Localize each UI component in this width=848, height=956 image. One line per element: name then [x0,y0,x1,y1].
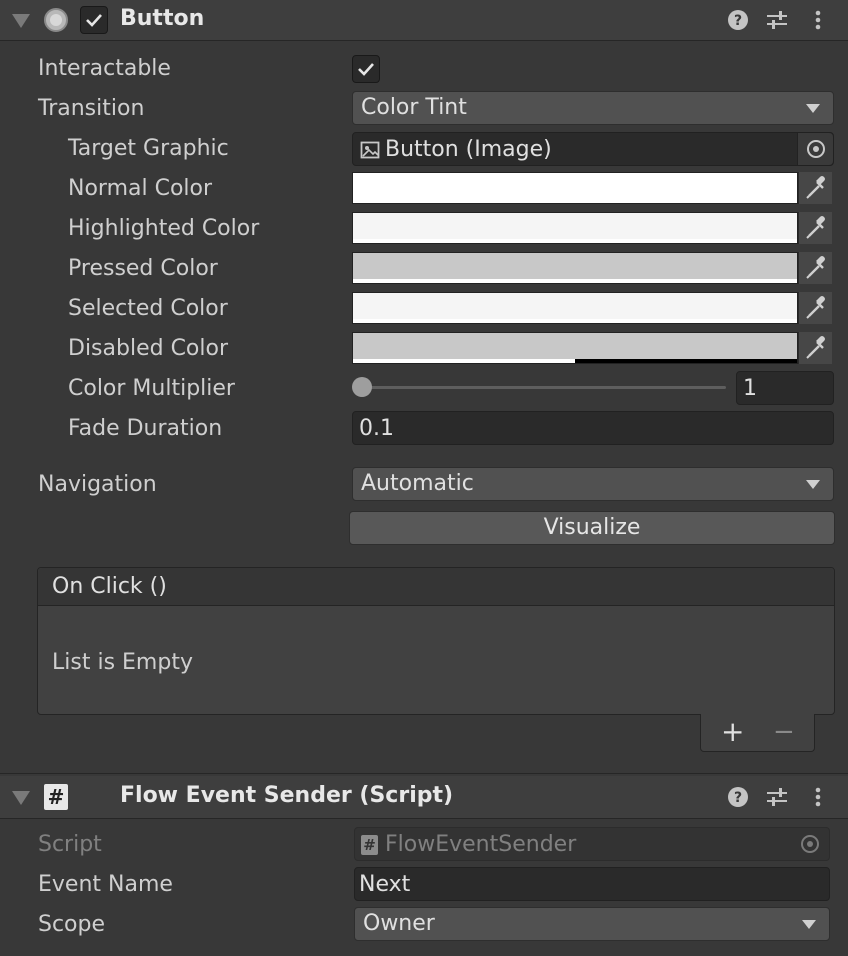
fade-duration-input[interactable]: 0.1 [352,411,834,445]
visualize-button[interactable]: Visualize [349,511,835,545]
presets-icon[interactable] [764,7,790,33]
object-picker-button[interactable] [797,133,833,165]
interactable-checkbox[interactable] [352,55,380,83]
dropdown-arrow-icon [802,920,816,929]
transition-dropdown[interactable]: Color Tint [352,91,834,125]
eyedropper-icon [806,176,825,199]
target-graphic-value: Button (Image) [385,137,552,162]
color-row-label: Highlighted Color [68,216,260,241]
alpha-bar-fill [353,199,797,203]
color-row-label: Pressed Color [68,256,218,281]
alpha-bar-fill [353,239,797,243]
color-row-label: Normal Color [68,176,213,201]
component-type-icon [44,8,68,32]
color-row-label: Disabled Color [68,336,229,361]
checkmark-icon [86,14,102,27]
help-icon[interactable]: ? [725,784,751,810]
header-divider [0,818,848,819]
list-empty-text: List is Empty [52,650,193,675]
dropdown-arrow-icon [806,104,820,113]
kebab-menu-icon[interactable] [805,7,831,33]
alpha-bar [353,239,797,243]
color-multiplier-slider-track[interactable] [360,386,726,389]
script-label: Script [38,832,102,857]
event-name-input[interactable]: Next [354,867,830,901]
script-component-header: # Flow Event Sender (Script) ? [0,776,848,818]
fade-duration-label: Fade Duration [68,416,223,441]
script-file-icon: # [361,835,378,855]
transition-value: Color Tint [361,95,467,120]
eyedropper-button[interactable] [798,332,832,364]
component-title: Button [120,6,205,31]
checkmark-icon [358,63,374,76]
component-enabled-checkbox[interactable] [80,6,108,34]
navigation-label: Navigation [38,472,157,497]
header-divider [0,40,848,41]
foldout-arrow-icon[interactable] [12,14,30,28]
list-buttons-bar: + − [700,714,815,752]
target-graphic-field[interactable]: Button (Image) [352,132,834,166]
color-swatch[interactable] [352,172,798,204]
on-click-title: On Click () [52,574,167,599]
color-multiplier-value: 1 [743,376,757,401]
eyedropper-button[interactable] [798,212,832,244]
event-name-value: Next [359,872,411,897]
on-click-event-box: On Click () List is Empty [37,567,835,715]
button-component-header: Button ? [0,0,848,40]
add-event-button[interactable]: + [721,714,744,750]
color-multiplier-input[interactable]: 1 [736,371,834,405]
navigation-dropdown[interactable]: Automatic [352,467,834,501]
eyedropper-icon [806,296,825,319]
color-row-label: Selected Color [68,296,228,321]
component-divider [0,773,848,774]
alpha-bar [353,319,797,323]
color-swatch[interactable] [352,252,798,284]
eyedropper-button[interactable] [798,292,832,324]
eyedropper-button[interactable] [798,172,832,204]
help-icon[interactable]: ? [725,7,751,33]
object-picker-icon [801,835,819,853]
color-swatch[interactable] [352,292,798,324]
dropdown-arrow-icon [806,480,820,489]
scope-value: Owner [363,911,435,936]
color-multiplier-slider-handle[interactable] [352,377,372,397]
script-component-title: Flow Event Sender (Script) [120,783,454,808]
scope-dropdown[interactable]: Owner [354,907,830,941]
svg-text:?: ? [734,13,742,29]
eyedropper-icon [806,256,825,279]
alpha-bar-fill [353,279,797,283]
navigation-value: Automatic [361,471,474,496]
alpha-bar [353,279,797,283]
eyedropper-icon [806,336,825,359]
alpha-bar-fill [353,359,575,363]
event-name-label: Event Name [38,872,173,897]
script-field: # FlowEventSender [354,827,830,861]
remove-event-button[interactable]: − [773,714,795,750]
foldout-arrow-icon[interactable] [12,791,30,805]
eyedropper-button[interactable] [798,252,832,284]
color-multiplier-label: Color Multiplier [68,376,235,401]
kebab-menu-icon[interactable] [805,784,831,810]
script-value: FlowEventSender [385,832,577,857]
interactable-label: Interactable [38,56,171,81]
presets-icon[interactable] [764,784,790,810]
alpha-bar [353,199,797,203]
image-icon [360,141,380,159]
alpha-bar-fill [353,319,797,323]
object-picker-icon [807,140,825,158]
color-swatch[interactable] [352,212,798,244]
eyedropper-icon [806,216,825,239]
target-graphic-label: Target Graphic [68,136,229,161]
svg-text:?: ? [734,790,742,806]
on-click-header: On Click () [38,568,834,606]
fade-duration-value: 0.1 [359,416,394,441]
scope-label: Scope [38,912,106,937]
transition-label: Transition [38,96,145,121]
script-file-icon: # [44,784,68,810]
alpha-bar [353,359,797,363]
color-swatch[interactable] [352,332,798,364]
